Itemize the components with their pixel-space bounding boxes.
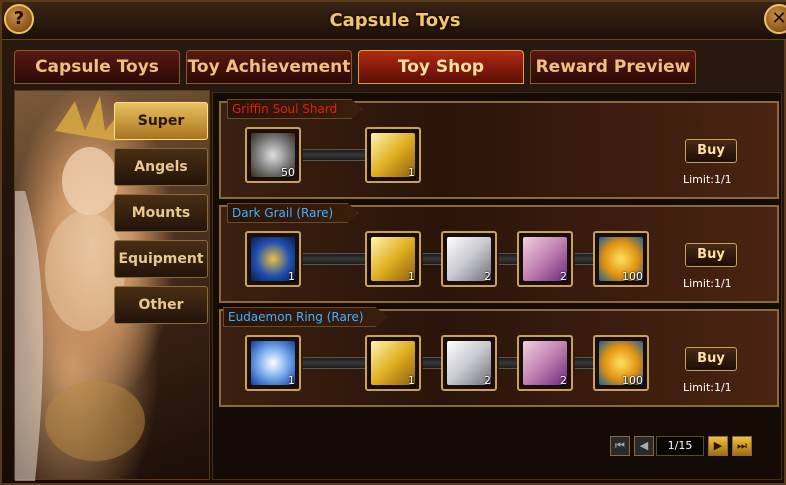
connector-bar [303,149,365,161]
gold-scroll-icon[interactable]: 1 [365,335,421,391]
title-bar: ? Capsule Toys ✕ [2,2,786,40]
window-title: Capsule Toys [329,10,461,31]
gold-scroll-icon[interactable]: 1 [365,127,421,183]
eudaemon-ring-icon[interactable]: 1 [245,335,301,391]
sidebar-item-other[interactable]: Other [114,286,208,324]
item-qty: 100 [622,270,643,283]
griffin-soul-shard-icon[interactable]: 50 [245,127,301,183]
last-page-button[interactable]: ⏭ [732,436,752,456]
close-button[interactable]: ✕ [764,4,786,34]
shop-row: Dark Grail (Rare) 1 1 2 2 100 Buy Limit:… [219,203,779,303]
connector-bar [423,253,441,265]
purchase-limit: Limit:1/1 [683,277,732,290]
row-title: Dark Grail (Rare) [227,203,359,223]
item-qty: 1 [408,166,415,179]
item-qty: 100 [622,374,643,387]
first-page-button[interactable]: ⏮ [610,436,630,456]
prev-page-button[interactable]: ◀ [634,436,654,456]
silver-scroll-icon[interactable]: 2 [441,231,497,287]
item-qty: 1 [288,374,295,387]
silver-scroll-icon[interactable]: 2 [441,335,497,391]
purple-scroll-icon[interactable]: 2 [517,231,573,287]
capsule-toys-window: ? Capsule Toys ✕ Capsule Toys Toy Achiev… [0,0,786,485]
shop-list: Griffin Soul Shard 50 1 Buy Limit:1/1 Da… [212,92,782,480]
item-qty: 2 [484,374,491,387]
purchase-limit: Limit:1/1 [683,173,732,186]
item-qty: 50 [281,166,295,179]
item-qty: 2 [484,270,491,283]
connector-bar [303,253,365,265]
sidebar-item-mounts[interactable]: Mounts [114,194,208,232]
tab-reward-preview[interactable]: Reward Preview [530,50,696,84]
tab-capsule-toys[interactable]: Capsule Toys [14,50,180,84]
connector-bar [423,357,441,369]
purchase-limit: Limit:1/1 [683,381,732,394]
connector-bar [499,253,517,265]
item-qty: 1 [288,270,295,283]
sidebar-item-angels[interactable]: Angels [114,148,208,186]
next-page-button[interactable]: ▶ [708,436,728,456]
shop-row: Eudaemon Ring (Rare) 1 1 2 2 100 Buy Lim… [219,307,779,407]
purple-scroll-icon[interactable]: 2 [517,335,573,391]
item-qty: 2 [560,374,567,387]
row-title: Griffin Soul Shard [227,99,363,119]
connector-bar [499,357,517,369]
tab-toy-shop[interactable]: Toy Shop [358,50,524,84]
buy-button[interactable]: Buy [685,347,737,371]
item-qty: 1 [408,270,415,283]
item-qty: 1 [408,374,415,387]
connector-bar [575,253,593,265]
gold-scroll-icon[interactable]: 1 [365,231,421,287]
row-title: Eudaemon Ring (Rare) [223,307,389,327]
sidebar-item-equipment[interactable]: Equipment [114,240,208,278]
dark-grail-icon[interactable]: 1 [245,231,301,287]
sidebar-item-super-prizes[interactable]: Super Prizes [114,102,208,165]
shop-row: Griffin Soul Shard 50 1 Buy Limit:1/1 [219,99,779,199]
tab-bar: Capsule Toys Toy Achievement Toy Shop Re… [14,50,714,86]
gold-coin-icon[interactable]: 100 [593,231,649,287]
buy-button[interactable]: Buy [685,243,737,267]
tab-toy-achievement[interactable]: Toy Achievement [186,50,352,84]
page-indicator: 1/15 [656,436,704,456]
item-qty: 2 [560,270,567,283]
connector-bar [575,357,593,369]
connector-bar [303,357,365,369]
buy-button[interactable]: Buy [685,139,737,163]
gold-coin-icon[interactable]: 100 [593,335,649,391]
